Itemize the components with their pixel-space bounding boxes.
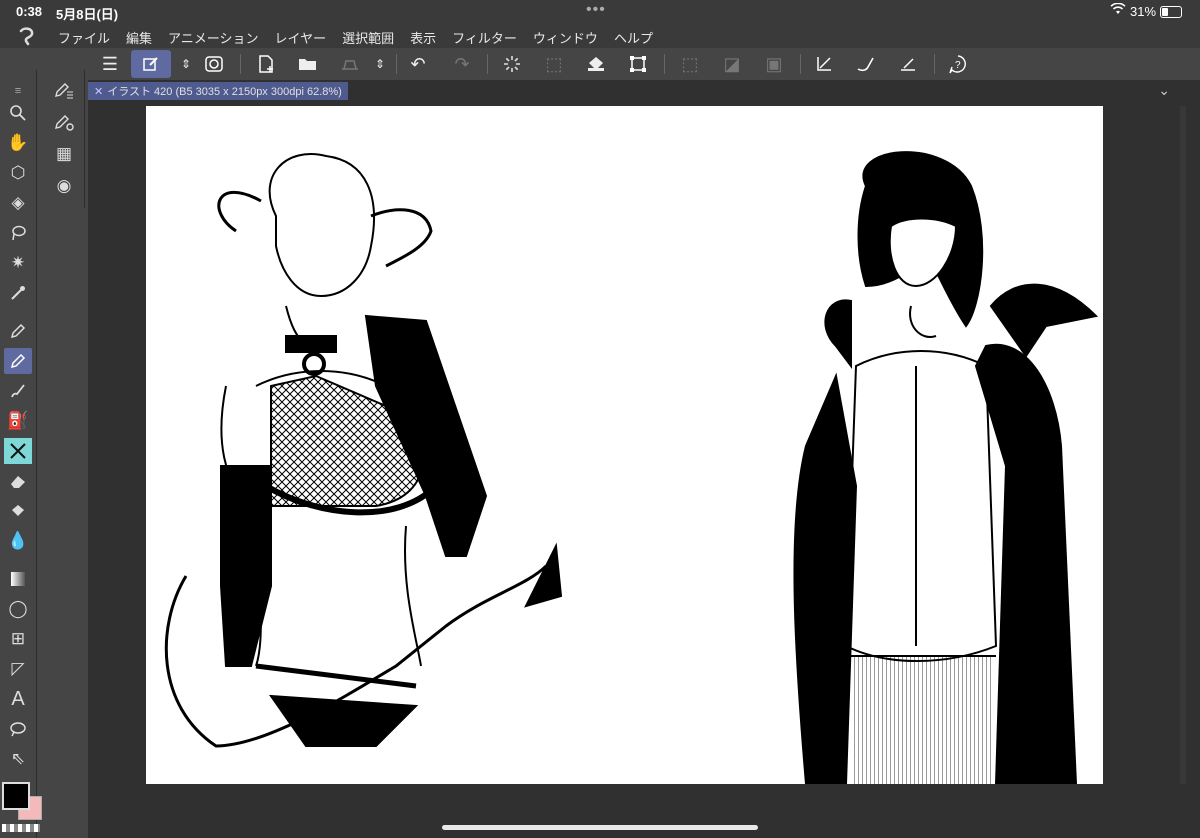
text-icon[interactable]: A	[4, 686, 32, 712]
deselect-icon[interactable]: ⬚	[676, 50, 704, 78]
brush-icon[interactable]	[852, 50, 880, 78]
command-bar: ☰ ⇕ ⇕ ↶ ↷ ⬚ ⬚ ◪ ▣ ?	[0, 48, 1200, 81]
figure-icon[interactable]: ◯	[4, 596, 32, 622]
menu-edit[interactable]: 編集	[126, 28, 152, 47]
battery-percent: 31%	[1130, 4, 1157, 19]
drawing-canvas[interactable]	[146, 106, 1103, 784]
eyedropper-icon[interactable]	[4, 280, 32, 306]
canvas-tab-row: ✕ イラスト 420 (B5 3035 x 2150px 300dpi 62.8…	[88, 80, 1200, 102]
ruler-icon[interactable]	[810, 50, 838, 78]
menu-window[interactable]: ウィンドウ	[533, 28, 598, 47]
menu-bar: ファイル 編集 アニメーション レイヤー 選択範囲 表示 フィルター ウィンドウ…	[0, 24, 1200, 48]
lasso-select-icon[interactable]	[200, 50, 228, 78]
sub-tool-palette: ▦ ◉	[44, 70, 85, 208]
airbrush-icon[interactable]: ⛽	[4, 408, 32, 434]
help-icon[interactable]: ?	[944, 50, 972, 78]
brush-icon[interactable]	[4, 378, 32, 404]
toolbar-separator	[800, 54, 801, 74]
menu-icon[interactable]: ☰	[96, 50, 124, 78]
status-bar: 0:38 5月8日(日) ••• 31%	[0, 0, 1200, 24]
menu-selection[interactable]: 選択範囲	[342, 28, 394, 47]
svg-text:?: ?	[955, 60, 961, 71]
lasso-icon[interactable]	[4, 220, 32, 246]
transparent-color[interactable]	[2, 824, 40, 832]
decoration-icon[interactable]	[4, 438, 32, 464]
main-color[interactable]	[2, 782, 30, 810]
color-palette-icon[interactable]: ▦	[50, 140, 78, 168]
app-logo-icon[interactable]	[16, 26, 38, 46]
menu-animation[interactable]: アニメーション	[168, 28, 258, 47]
snap-icon[interactable]	[894, 50, 922, 78]
menu-layer[interactable]: レイヤー	[275, 28, 327, 47]
toolbar-separator	[664, 54, 665, 74]
speech-balloon-icon[interactable]	[4, 716, 32, 742]
redo-icon[interactable]: ↷	[448, 50, 476, 78]
pencil-icon[interactable]	[4, 348, 32, 374]
multitask-dots-icon[interactable]: •••	[586, 1, 606, 19]
close-icon[interactable]: ✕	[94, 85, 103, 98]
gradient-icon[interactable]	[4, 566, 32, 592]
fill-icon[interactable]	[582, 50, 610, 78]
vertical-scrollbar[interactable]	[1180, 106, 1186, 784]
pen-icon[interactable]	[4, 318, 32, 344]
status-time: 0:38	[16, 4, 43, 19]
left-character-sketch	[164, 153, 563, 748]
ruler-icon[interactable]: ◸	[4, 656, 32, 682]
blend-icon[interactable]: 💧	[4, 528, 32, 554]
home-indicator[interactable]	[442, 825, 758, 830]
menu-file[interactable]: ファイル	[58, 28, 110, 47]
loading-icon[interactable]	[498, 50, 526, 78]
eraser-icon[interactable]	[4, 468, 32, 494]
chevron-down-icon[interactable]: ⌄	[1158, 82, 1170, 99]
clear-selection-icon[interactable]: ⬚	[540, 50, 568, 78]
right-character-sketch	[793, 151, 1099, 784]
toolbar-separator	[487, 54, 488, 74]
chevron-updown-icon-2[interactable]: ⇕	[366, 50, 394, 78]
zoom-icon[interactable]	[4, 100, 32, 126]
layer-move-icon[interactable]: ◈	[4, 190, 32, 216]
transform-icon[interactable]	[624, 50, 652, 78]
correction-line-icon[interactable]: ⇖	[4, 746, 32, 772]
save-icon[interactable]	[336, 50, 364, 78]
toolbar-separator	[396, 54, 397, 74]
open-folder-icon[interactable]	[294, 50, 322, 78]
color-swatch[interactable]	[2, 782, 42, 834]
layer-icon[interactable]: ◉	[50, 172, 78, 200]
artwork	[164, 151, 1099, 784]
frame-icon[interactable]: ⊞	[4, 626, 32, 652]
sub-tool-pen-icon[interactable]	[50, 76, 78, 104]
battery-icon	[1160, 6, 1182, 18]
invert-selection-icon[interactable]: ◪	[718, 50, 746, 78]
hand-icon[interactable]: ✋	[4, 130, 32, 156]
selection-border-icon[interactable]: ▣	[760, 50, 788, 78]
canvas-tab[interactable]: ✕ イラスト 420 (B5 3035 x 2150px 300dpi 62.8…	[88, 82, 348, 100]
toolbar-separator	[934, 54, 935, 74]
edit-canvas-icon[interactable]	[131, 50, 171, 78]
canvas-tab-title: イラスト 420 (B5 3035 x 2150px 300dpi 62.8%)	[107, 86, 342, 98]
undo-icon[interactable]: ↶	[404, 50, 432, 78]
chevron-updown-icon[interactable]: ⇕	[172, 50, 200, 78]
menu-filter[interactable]: フィルター	[452, 28, 517, 47]
menu-help[interactable]: ヘルプ	[614, 28, 653, 47]
magic-wand-icon[interactable]: ✷	[4, 250, 32, 276]
new-canvas-icon[interactable]	[252, 50, 280, 78]
status-date: 5月8日(日)	[56, 7, 119, 22]
object-select-icon[interactable]: ⬡	[4, 160, 32, 186]
menu-view[interactable]: 表示	[410, 28, 436, 47]
fill-bucket-icon[interactable]	[4, 498, 32, 524]
wifi-icon	[1110, 2, 1126, 18]
sub-tool-settings-icon[interactable]	[50, 108, 78, 136]
tool-palette: ≡ ✋ ⬡ ◈ ✷ ⛽ 💧 ◯ ⊞ ◸ A ⇖	[0, 70, 37, 838]
toolbar-separator	[240, 54, 241, 74]
